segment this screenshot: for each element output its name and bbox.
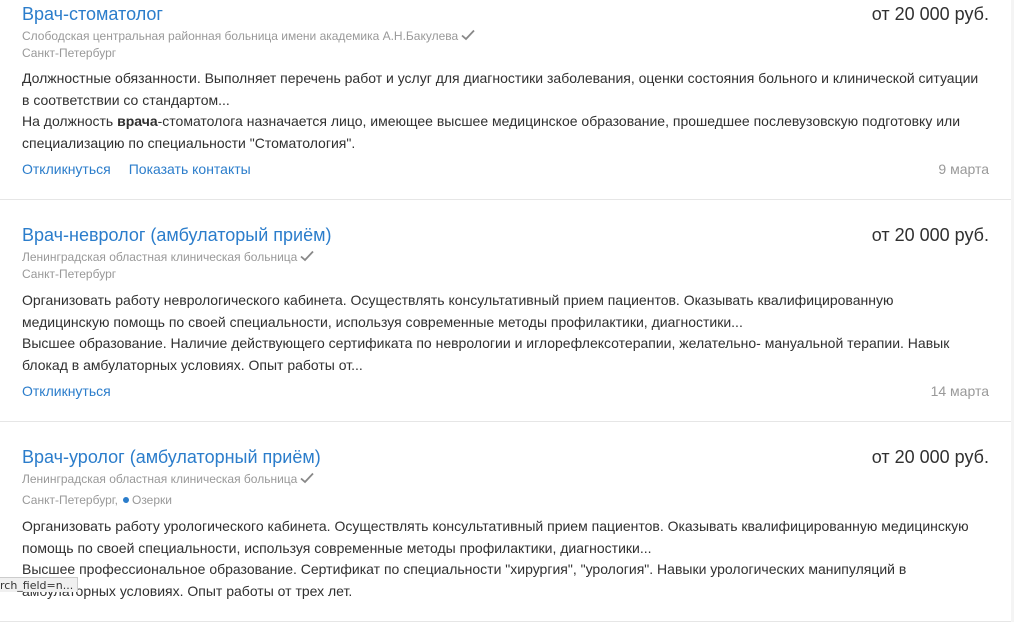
vacancy-title-link[interactable]: Врач-стоматолог — [22, 3, 163, 25]
vacancy-description: Должностные обязанности. Выполняет переч… — [22, 68, 982, 154]
employer-name: Ленинградская областная клиническая боль… — [22, 471, 314, 488]
vacancy-description: Организовать работу урологического кабин… — [22, 516, 982, 602]
salary: от 20 000 руб. — [871, 447, 989, 467]
city: Санкт-Петербург, — [22, 493, 118, 507]
salary: от 20 000 руб. — [871, 4, 989, 24]
metro-station: Озерки — [131, 493, 172, 507]
description-requirement: Высшее профессиональное образование. Сер… — [22, 561, 907, 599]
publication-date: 9 марта — [938, 161, 989, 177]
employer-label: Ленинградская областная клиническая боль… — [22, 472, 298, 486]
vacancy-actions: Откликнуться — [22, 382, 129, 400]
highlight-term: врача — [117, 113, 158, 129]
vacancy-card: Врач-стоматолог от 20 000 руб. Слободска… — [0, 0, 1011, 200]
verified-check-icon — [300, 250, 314, 266]
verified-check-icon — [461, 29, 475, 45]
employer-name: Слободская центральная районная больница… — [22, 28, 475, 45]
verified-check-icon — [300, 472, 314, 488]
respond-link[interactable]: Откликнуться — [22, 383, 111, 399]
description-requirement: Высшее образование. Наличие действующего… — [22, 335, 950, 373]
show-contacts-link[interactable]: Показать контакты — [129, 161, 251, 177]
description-responsibility: Организовать работу урологического кабин… — [22, 518, 969, 556]
requirement-prefix: На должность — [22, 113, 118, 129]
employer-label: Слободская центральная районная больница… — [22, 29, 459, 43]
city: Санкт-Петербург — [22, 46, 117, 60]
salary: от 20 000 руб. — [871, 225, 989, 245]
vacancy-card: Врач-уролог (амбулаторный приём) от 20 0… — [0, 422, 1011, 622]
vacancy-title-link[interactable]: Врач-уролог (амбулаторный приём) — [22, 446, 321, 468]
vacancy-title-link[interactable]: Врач-невролог (амбулаторый приём) — [22, 224, 332, 246]
requirement-suffix: -стоматолога назначается лицо, имеющее в… — [22, 113, 961, 151]
vacancy-card: Врач-невролог (амбулаторый приём) от 20 … — [0, 200, 1011, 422]
metro-icon — [122, 497, 129, 504]
browser-status-bar: rch_field=n... — [0, 577, 79, 592]
city: Санкт-Петербург — [22, 267, 117, 281]
vacancy-description: Организовать работу неврологического каб… — [22, 290, 982, 376]
address: Санкт-Петербург, Озерки — [22, 492, 172, 508]
employer-name: Ленинградская областная клиническая боль… — [22, 249, 314, 266]
description-responsibility: Должностные обязанности. Выполняет переч… — [22, 70, 979, 108]
description-requirement: На должность врача-стоматолога назначает… — [22, 111, 982, 154]
vacancy-list: Врач-стоматолог от 20 000 руб. Слободска… — [0, 0, 1011, 622]
publication-date: 14 марта — [930, 383, 989, 399]
description-responsibility: Организовать работу неврологического каб… — [22, 292, 894, 330]
employer-label: Ленинградская областная клиническая боль… — [22, 250, 298, 264]
vacancy-actions: Откликнуться Показать контакты — [22, 160, 269, 178]
respond-link[interactable]: Откликнуться — [22, 161, 111, 177]
